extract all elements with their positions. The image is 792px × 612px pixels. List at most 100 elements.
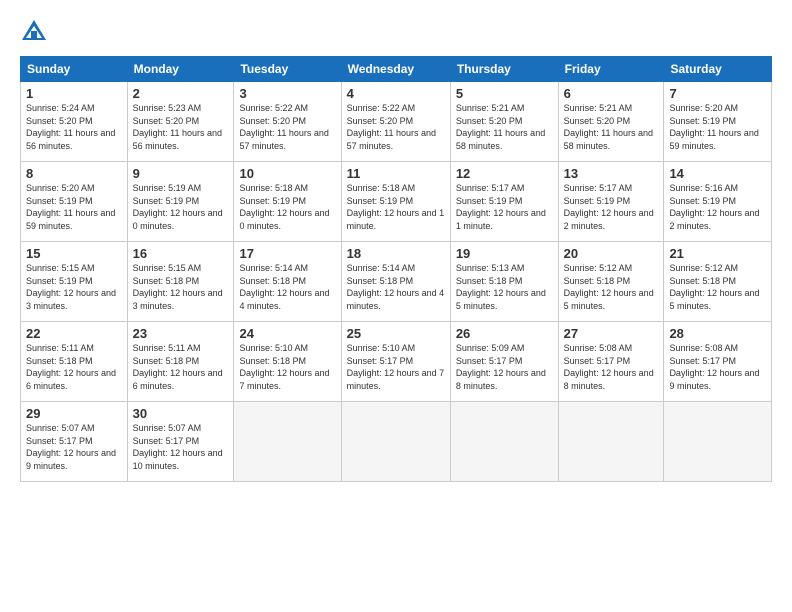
day-info: Sunrise: 5:07 AM Sunset: 5:17 PM Dayligh… [26, 422, 122, 472]
calendar-week-row: 22Sunrise: 5:11 AM Sunset: 5:18 PM Dayli… [21, 322, 772, 402]
calendar-cell: 30Sunrise: 5:07 AM Sunset: 5:17 PM Dayli… [127, 402, 234, 482]
calendar-cell: 20Sunrise: 5:12 AM Sunset: 5:18 PM Dayli… [558, 242, 664, 322]
day-number: 28 [669, 326, 766, 341]
day-number: 5 [456, 86, 553, 101]
weekday-header-monday: Monday [127, 57, 234, 82]
calendar-week-row: 1Sunrise: 5:24 AM Sunset: 5:20 PM Daylig… [21, 82, 772, 162]
calendar-cell: 24Sunrise: 5:10 AM Sunset: 5:18 PM Dayli… [234, 322, 341, 402]
weekday-header-row: SundayMondayTuesdayWednesdayThursdayFrid… [21, 57, 772, 82]
calendar-cell: 14Sunrise: 5:16 AM Sunset: 5:19 PM Dayli… [664, 162, 772, 242]
calendar-cell: 7Sunrise: 5:20 AM Sunset: 5:19 PM Daylig… [664, 82, 772, 162]
day-info: Sunrise: 5:23 AM Sunset: 5:20 PM Dayligh… [133, 102, 229, 152]
day-number: 10 [239, 166, 335, 181]
calendar-cell: 4Sunrise: 5:22 AM Sunset: 5:20 PM Daylig… [341, 82, 450, 162]
calendar-cell: 29Sunrise: 5:07 AM Sunset: 5:17 PM Dayli… [21, 402, 128, 482]
logo [20, 18, 50, 46]
day-number: 14 [669, 166, 766, 181]
day-number: 7 [669, 86, 766, 101]
calendar-cell: 15Sunrise: 5:15 AM Sunset: 5:19 PM Dayli… [21, 242, 128, 322]
day-info: Sunrise: 5:22 AM Sunset: 5:20 PM Dayligh… [239, 102, 335, 152]
day-number: 17 [239, 246, 335, 261]
day-number: 2 [133, 86, 229, 101]
calendar-cell: 1Sunrise: 5:24 AM Sunset: 5:20 PM Daylig… [21, 82, 128, 162]
weekday-header-thursday: Thursday [450, 57, 558, 82]
day-info: Sunrise: 5:13 AM Sunset: 5:18 PM Dayligh… [456, 262, 553, 312]
calendar-cell: 8Sunrise: 5:20 AM Sunset: 5:19 PM Daylig… [21, 162, 128, 242]
header [20, 18, 772, 46]
calendar-cell: 5Sunrise: 5:21 AM Sunset: 5:20 PM Daylig… [450, 82, 558, 162]
calendar-cell [558, 402, 664, 482]
day-number: 6 [564, 86, 659, 101]
day-number: 16 [133, 246, 229, 261]
calendar-cell: 19Sunrise: 5:13 AM Sunset: 5:18 PM Dayli… [450, 242, 558, 322]
calendar-cell: 3Sunrise: 5:22 AM Sunset: 5:20 PM Daylig… [234, 82, 341, 162]
page: SundayMondayTuesdayWednesdayThursdayFrid… [0, 0, 792, 612]
day-info: Sunrise: 5:22 AM Sunset: 5:20 PM Dayligh… [347, 102, 445, 152]
calendar-cell [450, 402, 558, 482]
logo-icon [20, 18, 48, 46]
day-info: Sunrise: 5:11 AM Sunset: 5:18 PM Dayligh… [26, 342, 122, 392]
day-number: 20 [564, 246, 659, 261]
calendar-cell: 6Sunrise: 5:21 AM Sunset: 5:20 PM Daylig… [558, 82, 664, 162]
day-number: 27 [564, 326, 659, 341]
day-info: Sunrise: 5:20 AM Sunset: 5:19 PM Dayligh… [26, 182, 122, 232]
calendar-week-row: 8Sunrise: 5:20 AM Sunset: 5:19 PM Daylig… [21, 162, 772, 242]
day-number: 26 [456, 326, 553, 341]
weekday-header-wednesday: Wednesday [341, 57, 450, 82]
calendar-cell: 10Sunrise: 5:18 AM Sunset: 5:19 PM Dayli… [234, 162, 341, 242]
day-info: Sunrise: 5:10 AM Sunset: 5:18 PM Dayligh… [239, 342, 335, 392]
day-info: Sunrise: 5:20 AM Sunset: 5:19 PM Dayligh… [669, 102, 766, 152]
day-number: 22 [26, 326, 122, 341]
day-info: Sunrise: 5:11 AM Sunset: 5:18 PM Dayligh… [133, 342, 229, 392]
calendar-cell: 2Sunrise: 5:23 AM Sunset: 5:20 PM Daylig… [127, 82, 234, 162]
day-info: Sunrise: 5:21 AM Sunset: 5:20 PM Dayligh… [456, 102, 553, 152]
calendar-cell [234, 402, 341, 482]
calendar-table: SundayMondayTuesdayWednesdayThursdayFrid… [20, 56, 772, 482]
day-info: Sunrise: 5:07 AM Sunset: 5:17 PM Dayligh… [133, 422, 229, 472]
day-number: 8 [26, 166, 122, 181]
day-number: 29 [26, 406, 122, 421]
calendar-cell: 12Sunrise: 5:17 AM Sunset: 5:19 PM Dayli… [450, 162, 558, 242]
weekday-header-sunday: Sunday [21, 57, 128, 82]
day-number: 19 [456, 246, 553, 261]
day-number: 1 [26, 86, 122, 101]
day-info: Sunrise: 5:12 AM Sunset: 5:18 PM Dayligh… [669, 262, 766, 312]
calendar-week-row: 29Sunrise: 5:07 AM Sunset: 5:17 PM Dayli… [21, 402, 772, 482]
day-number: 4 [347, 86, 445, 101]
day-info: Sunrise: 5:09 AM Sunset: 5:17 PM Dayligh… [456, 342, 553, 392]
day-number: 15 [26, 246, 122, 261]
calendar-cell: 22Sunrise: 5:11 AM Sunset: 5:18 PM Dayli… [21, 322, 128, 402]
day-number: 23 [133, 326, 229, 341]
calendar-cell: 16Sunrise: 5:15 AM Sunset: 5:18 PM Dayli… [127, 242, 234, 322]
day-info: Sunrise: 5:15 AM Sunset: 5:19 PM Dayligh… [26, 262, 122, 312]
day-number: 12 [456, 166, 553, 181]
calendar-cell: 9Sunrise: 5:19 AM Sunset: 5:19 PM Daylig… [127, 162, 234, 242]
day-info: Sunrise: 5:19 AM Sunset: 5:19 PM Dayligh… [133, 182, 229, 232]
day-info: Sunrise: 5:15 AM Sunset: 5:18 PM Dayligh… [133, 262, 229, 312]
calendar-cell: 21Sunrise: 5:12 AM Sunset: 5:18 PM Dayli… [664, 242, 772, 322]
calendar-cell: 26Sunrise: 5:09 AM Sunset: 5:17 PM Dayli… [450, 322, 558, 402]
day-info: Sunrise: 5:16 AM Sunset: 5:19 PM Dayligh… [669, 182, 766, 232]
day-info: Sunrise: 5:08 AM Sunset: 5:17 PM Dayligh… [669, 342, 766, 392]
calendar-cell: 11Sunrise: 5:18 AM Sunset: 5:19 PM Dayli… [341, 162, 450, 242]
day-info: Sunrise: 5:08 AM Sunset: 5:17 PM Dayligh… [564, 342, 659, 392]
calendar-cell: 17Sunrise: 5:14 AM Sunset: 5:18 PM Dayli… [234, 242, 341, 322]
calendar-cell: 13Sunrise: 5:17 AM Sunset: 5:19 PM Dayli… [558, 162, 664, 242]
calendar-cell: 28Sunrise: 5:08 AM Sunset: 5:17 PM Dayli… [664, 322, 772, 402]
day-number: 13 [564, 166, 659, 181]
day-info: Sunrise: 5:18 AM Sunset: 5:19 PM Dayligh… [347, 182, 445, 232]
day-info: Sunrise: 5:14 AM Sunset: 5:18 PM Dayligh… [239, 262, 335, 312]
day-info: Sunrise: 5:18 AM Sunset: 5:19 PM Dayligh… [239, 182, 335, 232]
weekday-header-saturday: Saturday [664, 57, 772, 82]
day-info: Sunrise: 5:17 AM Sunset: 5:19 PM Dayligh… [456, 182, 553, 232]
day-number: 3 [239, 86, 335, 101]
day-info: Sunrise: 5:24 AM Sunset: 5:20 PM Dayligh… [26, 102, 122, 152]
day-number: 18 [347, 246, 445, 261]
weekday-header-friday: Friday [558, 57, 664, 82]
day-number: 11 [347, 166, 445, 181]
day-number: 25 [347, 326, 445, 341]
calendar-cell [664, 402, 772, 482]
calendar-cell: 27Sunrise: 5:08 AM Sunset: 5:17 PM Dayli… [558, 322, 664, 402]
day-number: 30 [133, 406, 229, 421]
day-info: Sunrise: 5:10 AM Sunset: 5:17 PM Dayligh… [347, 342, 445, 392]
